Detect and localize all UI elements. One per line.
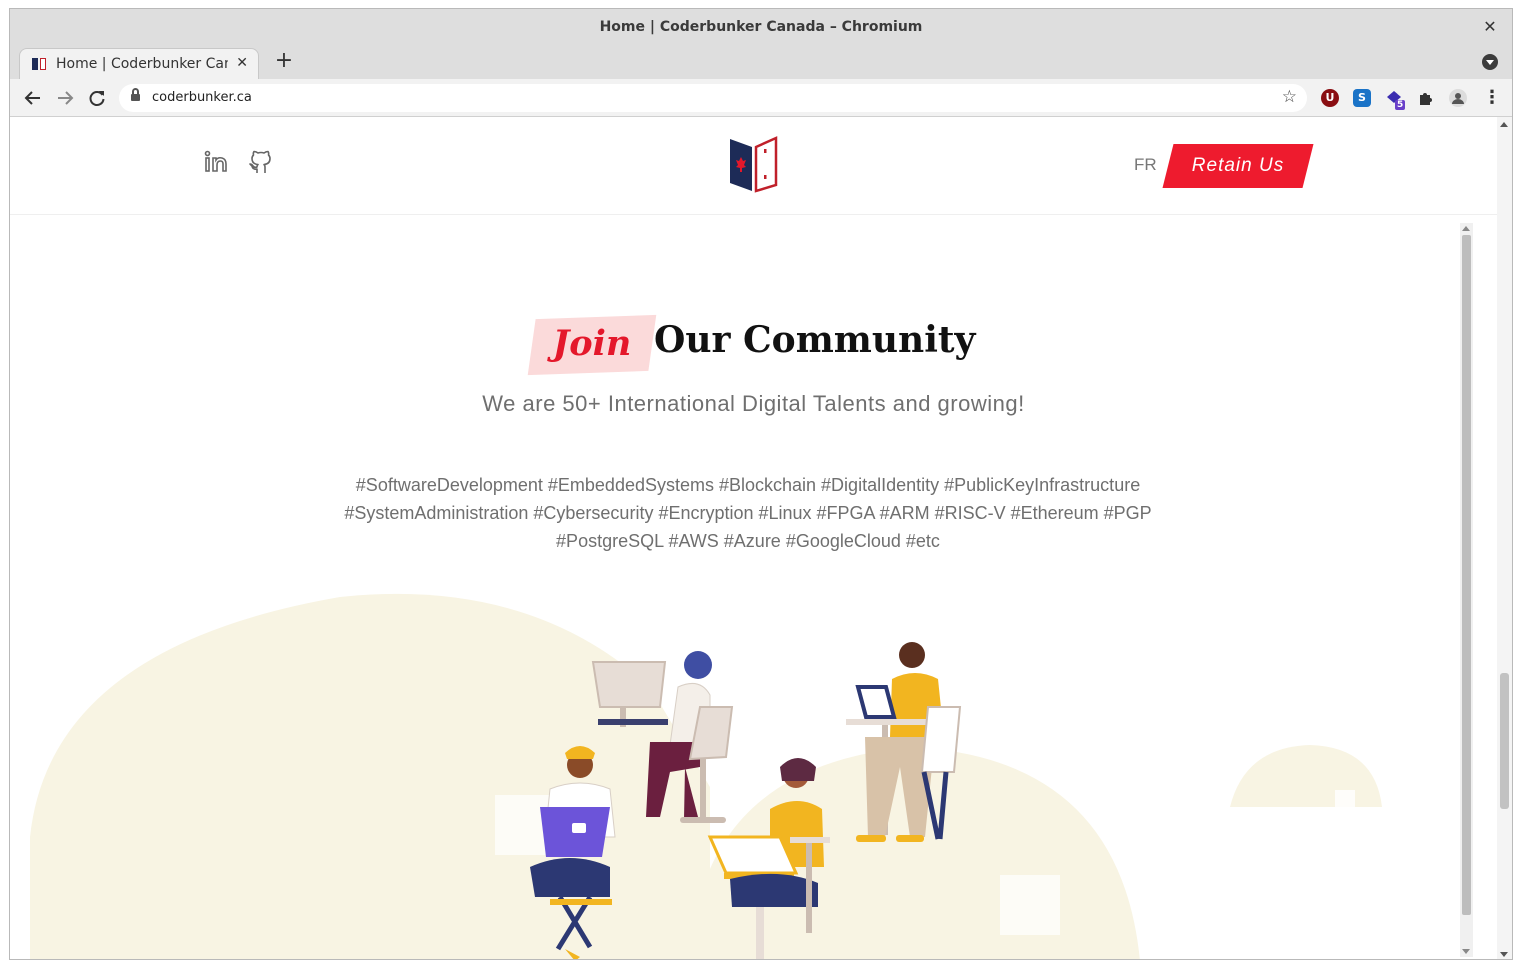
diamond-icon [1387, 91, 1405, 110]
community-subtitle: We are 50+ International Digital Talents… [482, 391, 1025, 416]
window-title: Home | Coderbunker Canada – Chromium [599, 19, 923, 35]
page-scroll-thumb[interactable] [1500, 673, 1509, 809]
ext-s-label: S [1358, 91, 1366, 104]
heading-rest: Our Community [654, 319, 976, 361]
page-scroll-up-arrow[interactable] [1500, 122, 1508, 127]
scroll-down-arrow[interactable] [1462, 949, 1470, 954]
s-extension-icon[interactable]: S [1353, 89, 1371, 107]
tab-title: Home | Coderbunker Canada [56, 56, 228, 72]
site-header: FR Retain Us [10, 117, 1497, 215]
retain-us-label: Retain Us [1191, 155, 1285, 176]
title-bar: Home | Coderbunker Canada – Chromium ✕ [10, 9, 1512, 45]
page-scrollbar[interactable] [1497, 117, 1512, 959]
person-icon [1452, 93, 1464, 104]
coderbunker-logo[interactable] [728, 135, 780, 193]
github-icon[interactable] [248, 149, 274, 175]
retain-us-button[interactable]: Retain Us [1162, 144, 1314, 188]
lock-icon [131, 88, 140, 102]
reload-button[interactable] [86, 87, 108, 109]
kebab-menu-icon[interactable]: ⋮ [1483, 89, 1501, 107]
favicon-icon [32, 58, 46, 70]
linkedin-icon[interactable] [204, 149, 230, 175]
tab-search-icon[interactable] [1482, 54, 1498, 70]
window-close-icon[interactable]: ✕ [1480, 17, 1500, 37]
back-button[interactable] [22, 87, 44, 109]
address-bar[interactable]: coderbunker.ca ☆ [119, 84, 1307, 112]
logo-glyph [730, 136, 778, 193]
community-heading: Join Our Community [10, 313, 1497, 383]
page-scroll-down-arrow[interactable] [1500, 952, 1508, 957]
tab-home[interactable]: Home | Coderbunker Canada ✕ [19, 48, 259, 79]
forward-button[interactable] [54, 87, 76, 109]
back-arrow-icon [24, 91, 40, 105]
ublock-extension-icon[interactable]: U [1321, 89, 1339, 107]
tags-line-3: #PostgreSQL #AWS #Azure #GoogleCloud #et… [556, 531, 940, 551]
forward-arrow-icon [58, 91, 74, 105]
join-highlight: Join [527, 314, 657, 376]
new-tab-button[interactable]: + [272, 50, 296, 74]
extension-badge: 5 [1397, 100, 1404, 110]
tags-line-1: #SoftwareDevelopment #EmbeddedSystems #B… [355, 475, 1141, 495]
ext-u-label: U [1325, 91, 1335, 104]
extensions-icon[interactable] [1417, 89, 1435, 107]
scroll-up-arrow[interactable] [1462, 226, 1470, 231]
language-switch[interactable]: FR [1134, 155, 1157, 175]
tab-strip: Home | Coderbunker Canada ✕ + [10, 45, 1512, 79]
browser-toolbar: coderbunker.ca ☆ U S 5 ⋮ [10, 79, 1512, 117]
tab-close-icon[interactable]: ✕ [236, 55, 248, 71]
join-word: Join [552, 323, 632, 364]
diamond-extension-icon[interactable]: 5 [1385, 89, 1405, 110]
star-icon[interactable]: ☆ [1282, 87, 1297, 107]
profile-icon[interactable] [1449, 89, 1467, 107]
tags-line-2: #SystemAdministration #Cybersecurity #En… [344, 503, 1152, 523]
github-glyph [249, 150, 271, 173]
page-viewport: FR Retain Us Join Our Community We are 5… [10, 117, 1512, 959]
skill-tags: #SoftwareDevelopment #EmbeddedSystems #B… [343, 471, 1153, 555]
linkedin-glyph [204, 150, 227, 172]
url-text: coderbunker.ca [152, 90, 252, 105]
people-working-illustration [30, 593, 1382, 959]
browser-window: Home | Coderbunker Canada – Chromium ✕ H… [9, 8, 1513, 960]
reload-icon [89, 91, 105, 106]
puzzle-icon [1420, 93, 1432, 105]
community-illustration [10, 567, 1460, 959]
